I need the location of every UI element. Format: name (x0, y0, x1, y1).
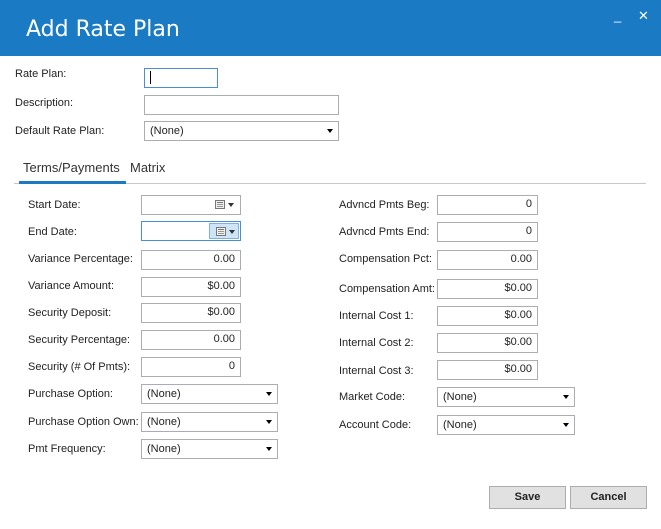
advncd-pmts-end-input[interactable]: 0 (437, 222, 538, 242)
purchase-option-label: Purchase Option: (28, 388, 113, 400)
chevron-down-icon (327, 129, 333, 133)
variance-amount-input[interactable]: $0.00 (141, 277, 241, 297)
variance-percentage-label: Variance Percentage: (28, 253, 133, 265)
security-deposit-input[interactable]: $0.00 (141, 303, 241, 323)
internal-cost-1-input[interactable]: $0.00 (437, 306, 538, 326)
account-code-label: Account Code: (339, 419, 412, 431)
chevron-down-icon (563, 423, 569, 427)
internal-cost-3-input[interactable]: $0.00 (437, 360, 538, 380)
security-percentage-label: Security Percentage: (28, 334, 131, 346)
description-input[interactable] (144, 95, 339, 115)
default-rate-plan-select[interactable]: (None) (144, 121, 339, 141)
chevron-down-icon (563, 395, 569, 399)
security-pmts-label: Security (# Of Pmts): (28, 361, 131, 373)
chevron-down-icon (266, 392, 272, 396)
security-pmts-input[interactable]: 0 (141, 357, 241, 377)
pmt-frequency-select[interactable]: (None) (141, 439, 278, 459)
internal-cost-3-label: Internal Cost 3: (339, 365, 414, 377)
account-code-select[interactable]: (None) (437, 415, 575, 435)
end-date-picker[interactable] (141, 221, 241, 241)
calendar-icon (215, 200, 225, 209)
text-caret (150, 71, 151, 84)
chevron-down-icon (228, 203, 234, 207)
advncd-pmts-beg-input[interactable]: 0 (437, 195, 538, 215)
internal-cost-1-label: Internal Cost 1: (339, 310, 414, 322)
internal-cost-2-input[interactable]: $0.00 (437, 333, 538, 353)
compensation-pct-input[interactable]: 0.00 (437, 250, 538, 270)
purchase-option-own-value: (None) (147, 416, 181, 428)
purchase-option-own-label: Purchase Option Own: (28, 416, 139, 428)
account-code-value: (None) (443, 419, 477, 431)
chevron-down-icon (266, 420, 272, 424)
dialog-title: Add Rate Plan (26, 17, 180, 42)
chevron-down-icon (229, 230, 235, 234)
advncd-pmts-end-label: Advncd Pmts End: (339, 226, 430, 238)
purchase-option-own-select[interactable]: (None) (141, 412, 278, 432)
security-percentage-input[interactable]: 0.00 (141, 330, 241, 350)
default-rate-plan-value: (None) (150, 125, 184, 137)
calendar-icon (216, 227, 226, 236)
start-date-picker[interactable] (141, 195, 241, 215)
minimize-button[interactable]: _ (614, 8, 621, 24)
advncd-pmts-beg-label: Advncd Pmts Beg: (339, 199, 430, 211)
tab-matrix[interactable]: Matrix (130, 160, 165, 175)
default-rate-plan-label: Default Rate Plan: (15, 125, 105, 137)
internal-cost-2-label: Internal Cost 2: (339, 337, 414, 349)
description-label: Description: (15, 97, 74, 109)
variance-amount-label: Variance Amount: (28, 280, 115, 292)
market-code-value: (None) (443, 391, 477, 403)
market-code-label: Market Code: (339, 391, 406, 403)
compensation-amt-input[interactable]: $0.00 (437, 279, 538, 299)
variance-percentage-input[interactable]: 0.00 (141, 250, 241, 270)
end-date-label: End Date: (28, 226, 77, 238)
compensation-pct-label: Compensation Pct: (339, 253, 432, 265)
pmt-frequency-value: (None) (147, 443, 181, 455)
purchase-option-value: (None) (147, 388, 181, 400)
cancel-button[interactable]: Cancel (570, 486, 647, 509)
security-deposit-label: Security Deposit: (28, 307, 112, 319)
selected-tab-indicator (19, 181, 126, 184)
start-date-label: Start Date: (28, 199, 81, 211)
tab-terms-payments[interactable]: Terms/Payments (23, 160, 120, 175)
compensation-amt-label: Compensation Amt: (339, 283, 435, 295)
start-date-calendar-button[interactable] (209, 197, 239, 213)
rate-plan-label: Rate Plan: (15, 68, 67, 80)
pmt-frequency-label: Pmt Frequency: (28, 443, 106, 455)
save-button[interactable]: Save (489, 486, 566, 509)
title-bar: Add Rate Plan _ ✕ (0, 0, 661, 56)
rate-plan-input[interactable] (144, 68, 218, 88)
chevron-down-icon (266, 447, 272, 451)
market-code-select[interactable]: (None) (437, 387, 575, 407)
purchase-option-select[interactable]: (None) (141, 384, 278, 404)
close-icon[interactable]: ✕ (638, 8, 649, 24)
end-date-calendar-button[interactable] (209, 223, 239, 239)
